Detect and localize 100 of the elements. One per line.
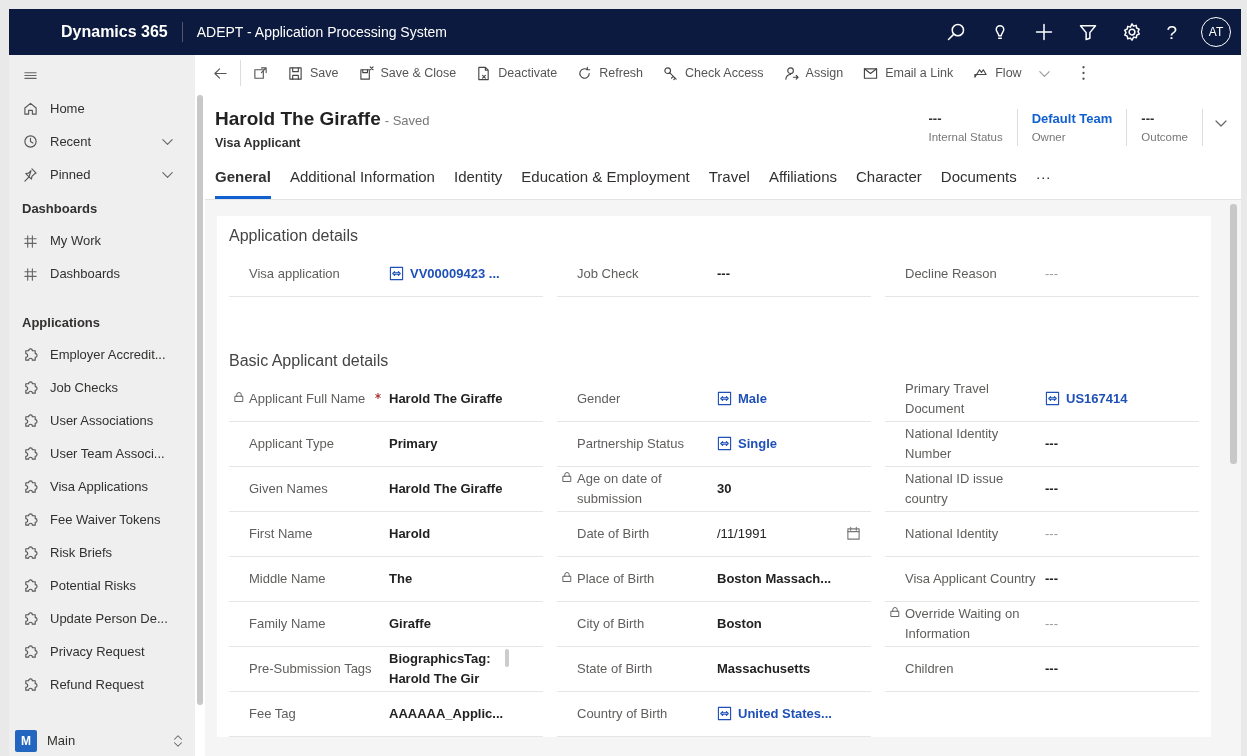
field-label: Visa Applicant Country bbox=[905, 571, 1036, 586]
sidebar-item[interactable]: Update Person De... bbox=[9, 602, 195, 635]
field-label: Applicant Type bbox=[249, 436, 335, 451]
nav-label: Risk Briefs bbox=[50, 543, 113, 562]
sidebar-item[interactable]: Employer Accredit... bbox=[9, 338, 195, 371]
scrollbar[interactable] bbox=[505, 649, 509, 668]
field-label: Gender bbox=[577, 391, 621, 406]
toolbar-button[interactable]: Save bbox=[280, 59, 347, 87]
toolbar-button[interactable]: Save & Close bbox=[350, 59, 465, 87]
save-status: - Saved bbox=[384, 113, 430, 128]
field-label: Partnership Status bbox=[577, 436, 684, 451]
lookup-link[interactable]: Male bbox=[738, 389, 767, 409]
date-value: /11/1991 bbox=[717, 525, 767, 543]
nav-label: Update Person De... bbox=[50, 609, 168, 628]
back-icon bbox=[213, 65, 228, 81]
sidebar-item[interactable]: Fee Waiver Tokens bbox=[9, 503, 195, 536]
calendar-icon bbox=[846, 526, 861, 542]
sidebar-item[interactable]: User Team Associ... bbox=[9, 437, 195, 470]
sidebar-item[interactable]: Recent bbox=[9, 125, 195, 158]
field-label: City of Birth bbox=[577, 616, 645, 631]
input-field[interactable]: --- bbox=[1045, 264, 1105, 284]
field-label: Children bbox=[905, 661, 954, 676]
header-value: --- bbox=[1141, 110, 1156, 128]
owner-link[interactable]: Default Team bbox=[1031, 109, 1113, 129]
search-icon[interactable] bbox=[946, 22, 967, 42]
tab[interactable]: Character bbox=[856, 162, 922, 199]
lock-icon bbox=[561, 471, 573, 484]
nav-label: Home bbox=[50, 99, 85, 118]
nav-label: User Associations bbox=[50, 411, 154, 430]
tags-value: BiographicsTag: Harold The Gir bbox=[389, 650, 492, 688]
sidebar-item[interactable]: Refund Request bbox=[9, 668, 195, 701]
field-value: --- bbox=[1045, 480, 1058, 498]
field-label: First Name bbox=[249, 526, 313, 541]
puzzle-icon bbox=[23, 347, 38, 362]
help-icon[interactable]: ? bbox=[1166, 22, 1177, 42]
tab[interactable]: Additional Information bbox=[289, 162, 435, 199]
grid-icon bbox=[23, 266, 38, 282]
lock-icon bbox=[889, 606, 901, 619]
field-label: Override Waiting on Information bbox=[905, 606, 1020, 641]
key-icon bbox=[663, 65, 679, 81]
nav-label: My Work bbox=[50, 232, 102, 251]
field-value: 30 bbox=[717, 480, 732, 498]
scrollbar[interactable] bbox=[197, 95, 203, 705]
toolbar-button[interactable]: Deactivate bbox=[468, 59, 566, 87]
lookup-link[interactable]: United States... bbox=[738, 704, 832, 724]
field-value: AAAAAA_Applic... bbox=[389, 705, 504, 723]
toolbar-button[interactable]: Assign bbox=[775, 59, 852, 87]
sidebar-item[interactable]: Privacy Request bbox=[9, 635, 195, 668]
record-title: Harold The Giraffe bbox=[215, 108, 381, 129]
field-value: Boston bbox=[717, 615, 762, 633]
sidebar-heading: Applications bbox=[21, 313, 101, 332]
sidebar-item[interactable]: Visa Applications bbox=[9, 470, 195, 503]
house-icon bbox=[23, 101, 38, 116]
input-field[interactable]: --- bbox=[1045, 524, 1105, 544]
field-label: Middle Name bbox=[249, 571, 326, 586]
save-icon bbox=[288, 65, 303, 81]
lookup-link[interactable]: US167414 bbox=[1066, 389, 1128, 409]
sidebar-item[interactable]: Home bbox=[9, 92, 195, 125]
nav-label: Refund Request bbox=[50, 675, 144, 694]
tab[interactable]: Affiliations bbox=[768, 162, 837, 199]
settings-icon[interactable] bbox=[1122, 22, 1143, 42]
toolbar-button[interactable]: Refresh bbox=[569, 59, 652, 87]
sidebar-item[interactable]: Dashboards bbox=[9, 257, 195, 291]
tab[interactable]: Documents bbox=[940, 162, 1017, 199]
product-name: Dynamics 365 bbox=[9, 22, 183, 42]
lookup-link[interactable]: Single bbox=[738, 434, 777, 454]
field-value: Massachusetts bbox=[717, 660, 811, 678]
sidebar-item[interactable]: Risk Briefs bbox=[9, 536, 195, 569]
filter-icon[interactable] bbox=[1078, 22, 1099, 42]
puzzle-icon bbox=[23, 446, 38, 461]
sidebar-item[interactable]: Potential Risks bbox=[9, 569, 195, 602]
tab[interactable]: Identity bbox=[453, 162, 503, 199]
toolbar-button[interactable]: Check Access bbox=[655, 59, 772, 87]
lookup-link[interactable]: VV00009423 ... bbox=[410, 264, 500, 284]
area-name[interactable]: Main bbox=[47, 731, 76, 751]
tab[interactable]: Travel bbox=[708, 162, 750, 199]
puzzle-icon bbox=[23, 578, 38, 593]
scrollbar[interactable] bbox=[1230, 203, 1237, 464]
record-type: Visa Applicant bbox=[215, 134, 302, 152]
sidebar-item[interactable]: Job Checks bbox=[9, 371, 195, 404]
lookup-icon bbox=[717, 391, 732, 407]
field-value: --- bbox=[1045, 570, 1058, 588]
field-value: Harold The Giraffe bbox=[389, 390, 503, 408]
more-tabs-button[interactable]: ··· bbox=[1035, 162, 1051, 199]
tab[interactable]: Education & Employment bbox=[521, 162, 690, 199]
plus-icon[interactable] bbox=[1034, 22, 1055, 42]
field-label: Country of Birth bbox=[577, 706, 668, 721]
field-label: Primary Travel Document bbox=[905, 381, 989, 416]
sidebar-item[interactable]: User Associations bbox=[9, 404, 195, 437]
nav-label: User Team Associ... bbox=[50, 444, 165, 463]
nav-label: Dashboards bbox=[50, 265, 121, 284]
sidebar-item[interactable]: My Work bbox=[9, 224, 195, 258]
toolbar-button[interactable]: Email a Link bbox=[855, 59, 962, 87]
sidebar-item[interactable]: Pinned bbox=[9, 158, 195, 191]
header-label: Owner bbox=[1031, 129, 1067, 145]
input-field[interactable]: --- bbox=[1045, 614, 1105, 634]
lookup-icon bbox=[1045, 391, 1060, 407]
field-label: Applicant Full Name bbox=[249, 391, 366, 406]
toolbar-button[interactable]: Flow bbox=[965, 59, 1060, 87]
nav-label: Job Checks bbox=[50, 378, 118, 397]
